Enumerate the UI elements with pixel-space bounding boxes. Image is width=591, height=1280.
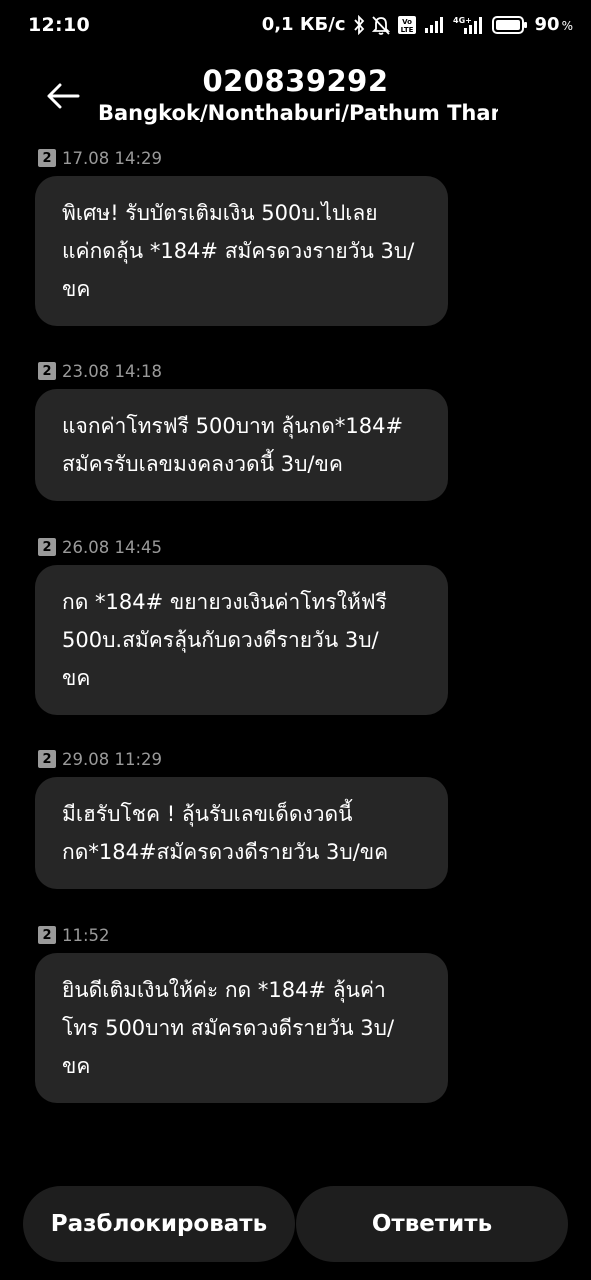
message-time: 17.08 14:29 <box>62 148 163 168</box>
message-line: ยินดีเติมเงินให้ค่ะ กด *184# ลุ้นค่า <box>62 978 386 1002</box>
sim-badge: 2 <box>38 926 56 944</box>
status-time: 12:10 <box>28 14 90 36</box>
message-bubble[interactable]: กด *184# ขยายวงเงินค่าโทรให้ฟรี 500บ.สมั… <box>35 565 448 715</box>
message-item[interactable]: 2 29.08 11:29 มีเฮรับโชค ! ลุ้นรับเลขเด็… <box>35 748 448 889</box>
message-item[interactable]: 2 17.08 14:29 พิเศษ! รับบัตรเติมเงิน 500… <box>35 147 448 326</box>
message-line: โทร 500บาท สมัครดวงดีรายวัน 3บ/ <box>62 1016 395 1040</box>
battery-icon <box>491 15 528 34</box>
message-item[interactable]: 2 11:52 ยินดีเติมเงินให้ค่ะ กด *184# ลุ้… <box>35 924 448 1103</box>
battery-percent: 90% <box>534 14 573 35</box>
sim-badge: 2 <box>38 362 56 380</box>
message-meta: 2 23.08 14:18 <box>35 360 448 382</box>
message-time: 29.08 11:29 <box>62 749 163 769</box>
reply-button[interactable]: Ответить <box>296 1186 568 1262</box>
sim-badge: 2 <box>38 750 56 768</box>
message-bubble[interactable]: แจกค่าโทรฟรี 500บาท ลุ้นกด*184# สมัครรับ… <box>35 389 448 501</box>
message-meta: 2 26.08 14:45 <box>35 536 448 558</box>
svg-text:LTE: LTE <box>400 26 413 34</box>
message-meta: 2 17.08 14:29 <box>35 147 448 169</box>
action-bar: Разблокировать Ответить <box>0 1186 591 1262</box>
message-item[interactable]: 2 26.08 14:45 กด *184# ขยายวงเงินค่าโทรใ… <box>35 536 448 715</box>
svg-text:4G+: 4G+ <box>453 16 472 25</box>
unblock-button[interactable]: Разблокировать <box>23 1186 295 1262</box>
bell-off-icon <box>371 15 390 35</box>
sim-badge: 2 <box>38 538 56 556</box>
message-bubble[interactable]: ยินดีเติมเงินให้ค่ะ กด *184# ลุ้นค่า โทร… <box>35 953 448 1103</box>
message-bubble[interactable]: มีเฮรับโชค ! ลุ้นรับเลขเด็ดงวดนี้ กด*184… <box>35 777 448 889</box>
sim-badge: 2 <box>38 149 56 167</box>
network-speed: 0,1 КБ/с <box>261 14 346 35</box>
status-bar: 12:10 0,1 КБ/с Vo LTE 4G+ 90 % <box>0 0 591 54</box>
contact-location: Bangkok/Nonthaburi/Pathum Thani/… <box>98 101 498 125</box>
conversation-header: 020839292 Bangkok/Nonthaburi/Pathum Than… <box>0 60 591 140</box>
message-line: ขค <box>62 666 91 690</box>
message-meta: 2 29.08 11:29 <box>35 748 448 770</box>
message-bubble[interactable]: พิเศษ! รับบัตรเติมเงิน 500บ.ไปเลย แค่กดล… <box>35 176 448 326</box>
status-icons: 0,1 КБ/с Vo LTE 4G+ 90 % <box>262 14 573 35</box>
message-line: พิเศษ! รับบัตรเติมเงิน 500บ.ไปเลย <box>62 201 378 225</box>
message-line: แจกค่าโทรฟรี 500บาท ลุ้นกด*184# <box>62 414 404 438</box>
bluetooth-icon <box>353 14 365 35</box>
svg-text:Vo: Vo <box>402 18 412 26</box>
4g-signal-icon: 4G+ <box>453 15 485 35</box>
message-line: กด*184#สมัครดวงดีรายวัน 3บ/ขค <box>62 840 389 864</box>
message-line: ขค <box>62 1054 91 1078</box>
message-line: แค่กดลุ้น *184# สมัครดวงรายวัน 3บ/ <box>62 239 415 263</box>
volte-icon: Vo LTE <box>397 15 417 35</box>
contact-number: 020839292 <box>202 64 389 98</box>
message-line: กด *184# ขยายวงเงินค่าโทรให้ฟรี <box>62 590 387 614</box>
message-line: 500บ.สมัครลุ้นกับดวงดีรายวัน 3บ/ <box>62 628 379 652</box>
signal-icon <box>424 16 446 34</box>
message-line: สมัครรับเลขมงคลงวดนี้ 3บ/ขค <box>62 452 343 476</box>
message-time: 23.08 14:18 <box>62 361 163 381</box>
message-time: 26.08 14:45 <box>62 537 163 557</box>
message-time: 11:52 <box>62 925 110 945</box>
message-meta: 2 11:52 <box>35 924 448 946</box>
message-line: ขค <box>62 277 91 301</box>
message-item[interactable]: 2 23.08 14:18 แจกค่าโทรฟรี 500บาท ลุ้นกด… <box>35 360 448 501</box>
message-line: มีเฮรับโชค ! ลุ้นรับเลขเด็ดงวดนี้ <box>62 802 353 826</box>
